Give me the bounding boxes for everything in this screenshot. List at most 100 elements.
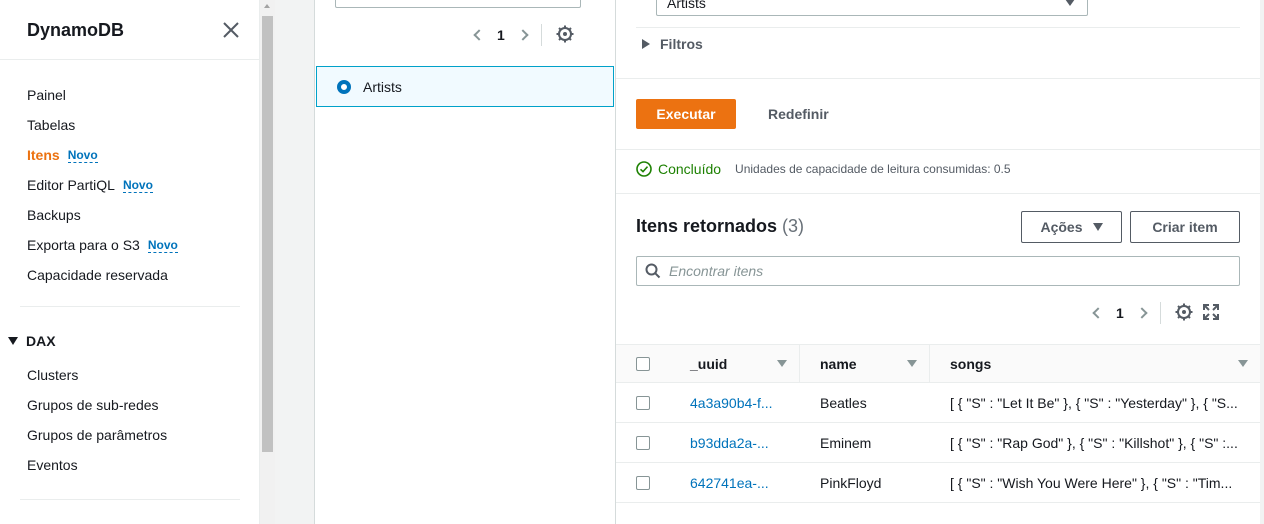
songs-value: [ { "S" : "Let It Be" }, { "S" : "Yester… <box>950 394 1238 411</box>
close-icon[interactable] <box>222 21 240 39</box>
results-pagination: 1 <box>1092 302 1219 324</box>
sidebar-item-label: Itens <box>27 147 60 163</box>
sidebar-item-clusters[interactable]: Clusters <box>27 360 167 390</box>
sidebar-item-label: Exporta para o S3 <box>27 237 140 253</box>
table-row: 4a3a90b4-f... Beatles [ { "S" : "Let It … <box>616 383 1260 423</box>
sort-icon[interactable] <box>907 360 917 367</box>
row-checkbox[interactable] <box>636 475 650 490</box>
create-item-button[interactable]: Criar item <box>1130 211 1240 243</box>
column-header-uuid[interactable]: _uuid <box>670 345 800 382</box>
table-select[interactable]: Artists <box>656 0 1088 16</box>
songs-value: [ { "S" : "Rap God" }, { "S" : "Killshot… <box>950 434 1238 451</box>
row-checkbox[interactable] <box>636 395 650 410</box>
sidebar-item-painel[interactable]: Painel <box>27 80 240 110</box>
page-number[interactable]: 1 <box>497 27 505 43</box>
find-items-search[interactable] <box>636 256 1240 286</box>
sidebar-item-events[interactable]: Eventos <box>27 450 167 480</box>
sidebar-item-label: Grupos de sub-redes <box>27 397 159 413</box>
filters-toggle[interactable]: Filtros <box>642 36 703 52</box>
sidebar: DynamoDB Painel Tabelas Itens Novo Editor… <box>0 0 260 524</box>
results-section: Itens retornados (3) Ações Criar item 1 <box>616 193 1260 524</box>
name-cell: Beatles <box>800 383 930 422</box>
chevron-left-icon[interactable] <box>1092 307 1104 319</box>
status-text: Concluído <box>658 161 722 177</box>
divider <box>636 27 1240 28</box>
sidebar-item-reserved-capacity[interactable]: Capacidade reservada <box>27 260 240 290</box>
find-items-input[interactable] <box>669 263 1229 279</box>
table-option-artists[interactable]: Artists <box>316 66 614 107</box>
results-title: Itens retornados (3) <box>636 216 804 237</box>
songs-cell: [ { "S" : "Rap God" }, { "S" : "Killshot… <box>930 423 1260 462</box>
run-button[interactable]: Executar <box>636 99 736 129</box>
table-select-value: Artists <box>667 0 706 11</box>
filters-label: Filtros <box>660 36 703 52</box>
sidebar-item-backups[interactable]: Backups <box>27 200 240 230</box>
actions-button[interactable]: Ações <box>1021 211 1122 243</box>
sidebar-title: DynamoDB <box>27 20 125 40</box>
item-link[interactable]: 4a3a90b4-f... <box>690 395 800 411</box>
caret-down-icon <box>8 337 18 345</box>
results-title-text: Itens retornados <box>636 216 778 236</box>
status-note: Unidades de capacidade de leitura consum… <box>735 162 1011 176</box>
column-header-name[interactable]: name <box>800 345 930 382</box>
row-checkbox-cell <box>616 463 670 502</box>
table-header: _uuid name songs <box>616 344 1260 383</box>
sidebar-item-tabelas[interactable]: Tabelas <box>27 110 240 140</box>
table-row: b93dda2a-... Eminem [ { "S" : "Rap God" … <box>616 423 1260 463</box>
table-list-panel: 1 Artists <box>314 0 616 524</box>
row-checkbox-cell <box>616 423 670 462</box>
item-link[interactable]: 642741ea-... <box>690 475 800 491</box>
pager-divider <box>1159 302 1161 324</box>
songs-cell: [ { "S" : "Let It Be" }, { "S" : "Yester… <box>930 383 1260 422</box>
table-row: 642741ea-... PinkFloyd [ { "S" : "Wish Y… <box>616 463 1260 503</box>
reset-button[interactable]: Redefinir <box>768 99 829 129</box>
sidebar-item-itens[interactable]: Itens Novo <box>27 140 240 170</box>
main-panel: Artists Filtros Executar Redefinir Concl… <box>616 0 1260 524</box>
sidebar-item-subnet-groups[interactable]: Grupos de sub-redes <box>27 390 167 420</box>
caret-down-icon <box>1092 223 1103 231</box>
radio-selected-icon[interactable] <box>337 79 351 94</box>
name-value: Eminem <box>820 434 872 451</box>
sidebar-item-label: Backups <box>27 207 81 223</box>
new-badge: Novo <box>147 237 178 253</box>
gear-icon[interactable] <box>1175 303 1193 324</box>
item-link[interactable]: b93dda2a-... <box>690 435 800 451</box>
expand-icon[interactable] <box>1202 303 1219 323</box>
pager-divider <box>540 24 542 46</box>
row-checkbox[interactable] <box>636 435 650 450</box>
column-header-label: _uuid <box>690 355 728 372</box>
songs-value: [ { "S" : "Wish You Were Here" }, { "S" … <box>950 474 1233 491</box>
sort-icon[interactable] <box>777 360 787 367</box>
name-value: Beatles <box>820 394 867 411</box>
new-badge: Novo <box>67 147 98 163</box>
page-number[interactable]: 1 <box>1116 305 1124 321</box>
sidebar-item-export-s3[interactable]: Exporta para o S3 Novo <box>27 230 240 260</box>
chevron-right-icon[interactable] <box>1136 307 1148 319</box>
sidebar-item-label: Eventos <box>27 457 78 473</box>
chevron-left-icon[interactable] <box>473 29 485 41</box>
chevron-right-icon[interactable] <box>517 29 529 41</box>
sidebar-item-label: Painel <box>27 87 66 103</box>
uuid-cell: 642741ea-... <box>670 463 800 502</box>
uuid-cell: b93dda2a-... <box>670 423 800 462</box>
scroll-up-arrow-icon[interactable] <box>264 4 270 8</box>
new-badge: Novo <box>122 177 153 193</box>
sort-icon[interactable] <box>1238 360 1248 367</box>
sidebar-item-label: Grupos de parâmetros <box>27 427 168 443</box>
sidebar-item-partiql[interactable]: Editor PartiQL Novo <box>27 170 240 200</box>
sidebar-header: DynamoDB <box>0 0 259 60</box>
actions-label: Ações <box>1040 219 1083 235</box>
create-item-label: Criar item <box>1152 219 1218 235</box>
sidebar-item-label: Clusters <box>27 367 79 383</box>
sidebar-divider <box>20 499 240 500</box>
column-header-songs[interactable]: songs <box>930 345 1260 382</box>
gear-icon[interactable] <box>556 25 574 46</box>
sidebar-item-parameter-groups[interactable]: Grupos de parâmetros <box>27 420 167 450</box>
dax-section-toggle[interactable]: DAX <box>8 333 56 349</box>
select-all-checkbox[interactable] <box>636 356 650 371</box>
sidebar-item-label: Capacidade reservada <box>27 267 168 283</box>
scrollbar-thumb[interactable] <box>262 16 273 452</box>
table-search-input[interactable] <box>335 0 581 8</box>
section-divider <box>616 149 1260 150</box>
caret-down-icon <box>1065 0 1075 6</box>
